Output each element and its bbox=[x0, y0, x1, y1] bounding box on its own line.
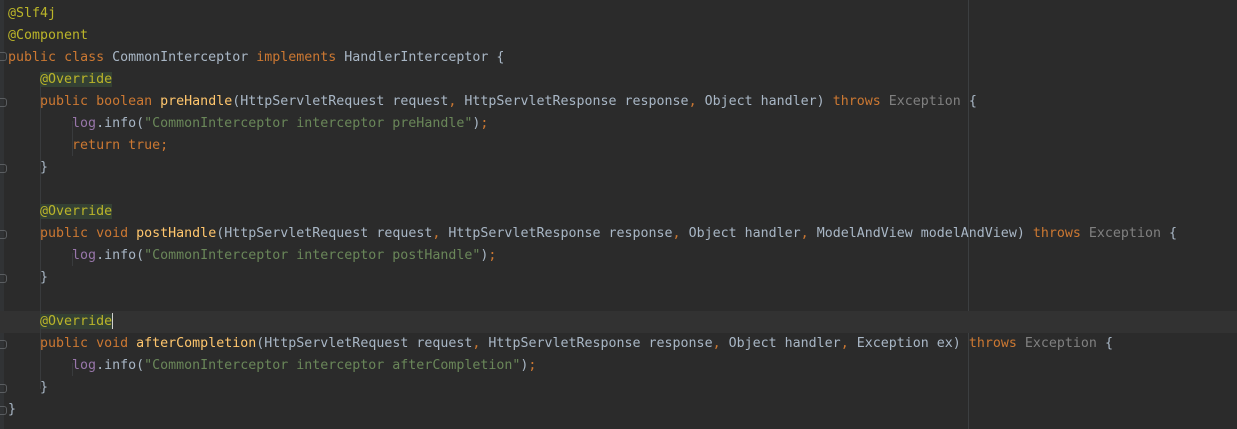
fold-marker[interactable] bbox=[0, 98, 7, 107]
code-line[interactable]: } bbox=[8, 399, 16, 421]
param-handler: Object handler bbox=[704, 94, 817, 109]
code-editor[interactable]: @Slf4j @Component public class CommonInt… bbox=[0, 0, 1237, 429]
code-line[interactable]: } bbox=[8, 157, 48, 179]
param-request: HttpServletRequest request bbox=[264, 336, 473, 351]
keyword-throws: throws bbox=[968, 336, 1017, 351]
annotation-override: @Override bbox=[40, 204, 113, 219]
param-request: HttpServletRequest request bbox=[224, 226, 433, 241]
annotation-override: @Override bbox=[40, 72, 113, 87]
code-line[interactable]: @Component bbox=[8, 25, 88, 47]
keyword-return: return bbox=[72, 138, 121, 153]
param-request: HttpServletRequest request bbox=[240, 94, 449, 109]
info-call: .info( bbox=[96, 248, 145, 263]
keyword-public: public bbox=[8, 50, 57, 65]
method-name-posthandle: postHandle bbox=[136, 226, 217, 241]
param-response: HttpServletResponse response bbox=[488, 336, 713, 351]
annotation-slf4j: @Slf4j bbox=[8, 6, 57, 21]
code-line[interactable]: @Override bbox=[8, 201, 113, 223]
method-name-prehandle: preHandle bbox=[160, 94, 233, 109]
param-response: HttpServletResponse response bbox=[448, 226, 673, 241]
fold-marker[interactable] bbox=[0, 340, 7, 349]
code-line[interactable]: } bbox=[8, 377, 48, 399]
code-line[interactable]: } bbox=[8, 267, 48, 289]
annotation-override: @Override bbox=[40, 314, 113, 329]
exception-type: Exception bbox=[1024, 336, 1097, 351]
code-line[interactable]: log.info("CommonInterceptor interceptor … bbox=[8, 245, 496, 267]
code-line[interactable]: @Override bbox=[8, 311, 114, 333]
code-line[interactable]: public class CommonInterceptor implement… bbox=[8, 47, 504, 69]
fold-marker[interactable] bbox=[0, 52, 7, 61]
interface-name: HandlerInterceptor bbox=[344, 50, 489, 65]
param-ex: Exception ex bbox=[856, 336, 953, 351]
keyword-boolean: boolean bbox=[96, 94, 153, 109]
fold-marker[interactable] bbox=[0, 164, 7, 173]
param-response: HttpServletResponse response bbox=[464, 94, 689, 109]
keyword-public: public bbox=[40, 226, 89, 241]
code-line[interactable]: log.info("CommonInterceptor interceptor … bbox=[8, 113, 488, 135]
keyword-true: true bbox=[128, 138, 161, 153]
code-line[interactable]: return true; bbox=[8, 135, 168, 157]
code-line[interactable]: @Override bbox=[8, 69, 113, 91]
keyword-public: public bbox=[40, 336, 89, 351]
text-caret bbox=[112, 313, 114, 329]
fold-marker[interactable] bbox=[0, 384, 7, 393]
string-literal: "CommonInterceptor interceptor postHandl… bbox=[144, 248, 481, 263]
code-line[interactable]: log.info("CommonInterceptor interceptor … bbox=[8, 355, 536, 377]
keyword-implements: implements bbox=[256, 50, 337, 65]
keyword-void: void bbox=[96, 336, 129, 351]
fold-gutter bbox=[0, 0, 4, 429]
code-line[interactable]: public void postHandle(HttpServletReques… bbox=[8, 223, 1177, 245]
log-field: log bbox=[72, 116, 97, 131]
param-handler: Object handler bbox=[728, 336, 841, 351]
keyword-throws: throws bbox=[832, 94, 881, 109]
annotation-component: @Component bbox=[8, 28, 89, 43]
fold-marker[interactable] bbox=[0, 230, 7, 239]
keyword-class: class bbox=[64, 50, 105, 65]
log-field: log bbox=[72, 248, 97, 263]
method-name-aftercompletion: afterCompletion bbox=[136, 336, 257, 351]
right-margin-guide bbox=[968, 0, 969, 429]
string-literal: "CommonInterceptor interceptor afterComp… bbox=[144, 358, 521, 373]
class-name: CommonInterceptor bbox=[112, 50, 249, 65]
current-line-highlight bbox=[0, 311, 1237, 333]
code-line[interactable]: public boolean preHandle(HttpServletRequ… bbox=[8, 91, 977, 113]
keyword-void: void bbox=[96, 226, 129, 241]
fold-marker[interactable] bbox=[0, 274, 7, 283]
code-line[interactable]: @Slf4j bbox=[8, 3, 56, 25]
keyword-public: public bbox=[40, 94, 89, 109]
param-handler: Object handler bbox=[688, 226, 801, 241]
log-field: log bbox=[72, 358, 97, 373]
info-call: .info( bbox=[96, 358, 145, 373]
string-literal: "CommonInterceptor interceptor preHandle… bbox=[144, 116, 473, 131]
code-line[interactable]: public void afterCompletion(HttpServletR… bbox=[8, 333, 1113, 355]
param-model-and-view: ModelAndView modelAndView bbox=[816, 226, 1017, 241]
keyword-throws: throws bbox=[1032, 226, 1081, 241]
exception-type: Exception bbox=[888, 94, 961, 109]
fold-marker[interactable] bbox=[0, 406, 7, 415]
info-call: .info( bbox=[96, 116, 145, 131]
exception-type: Exception bbox=[1088, 226, 1161, 241]
